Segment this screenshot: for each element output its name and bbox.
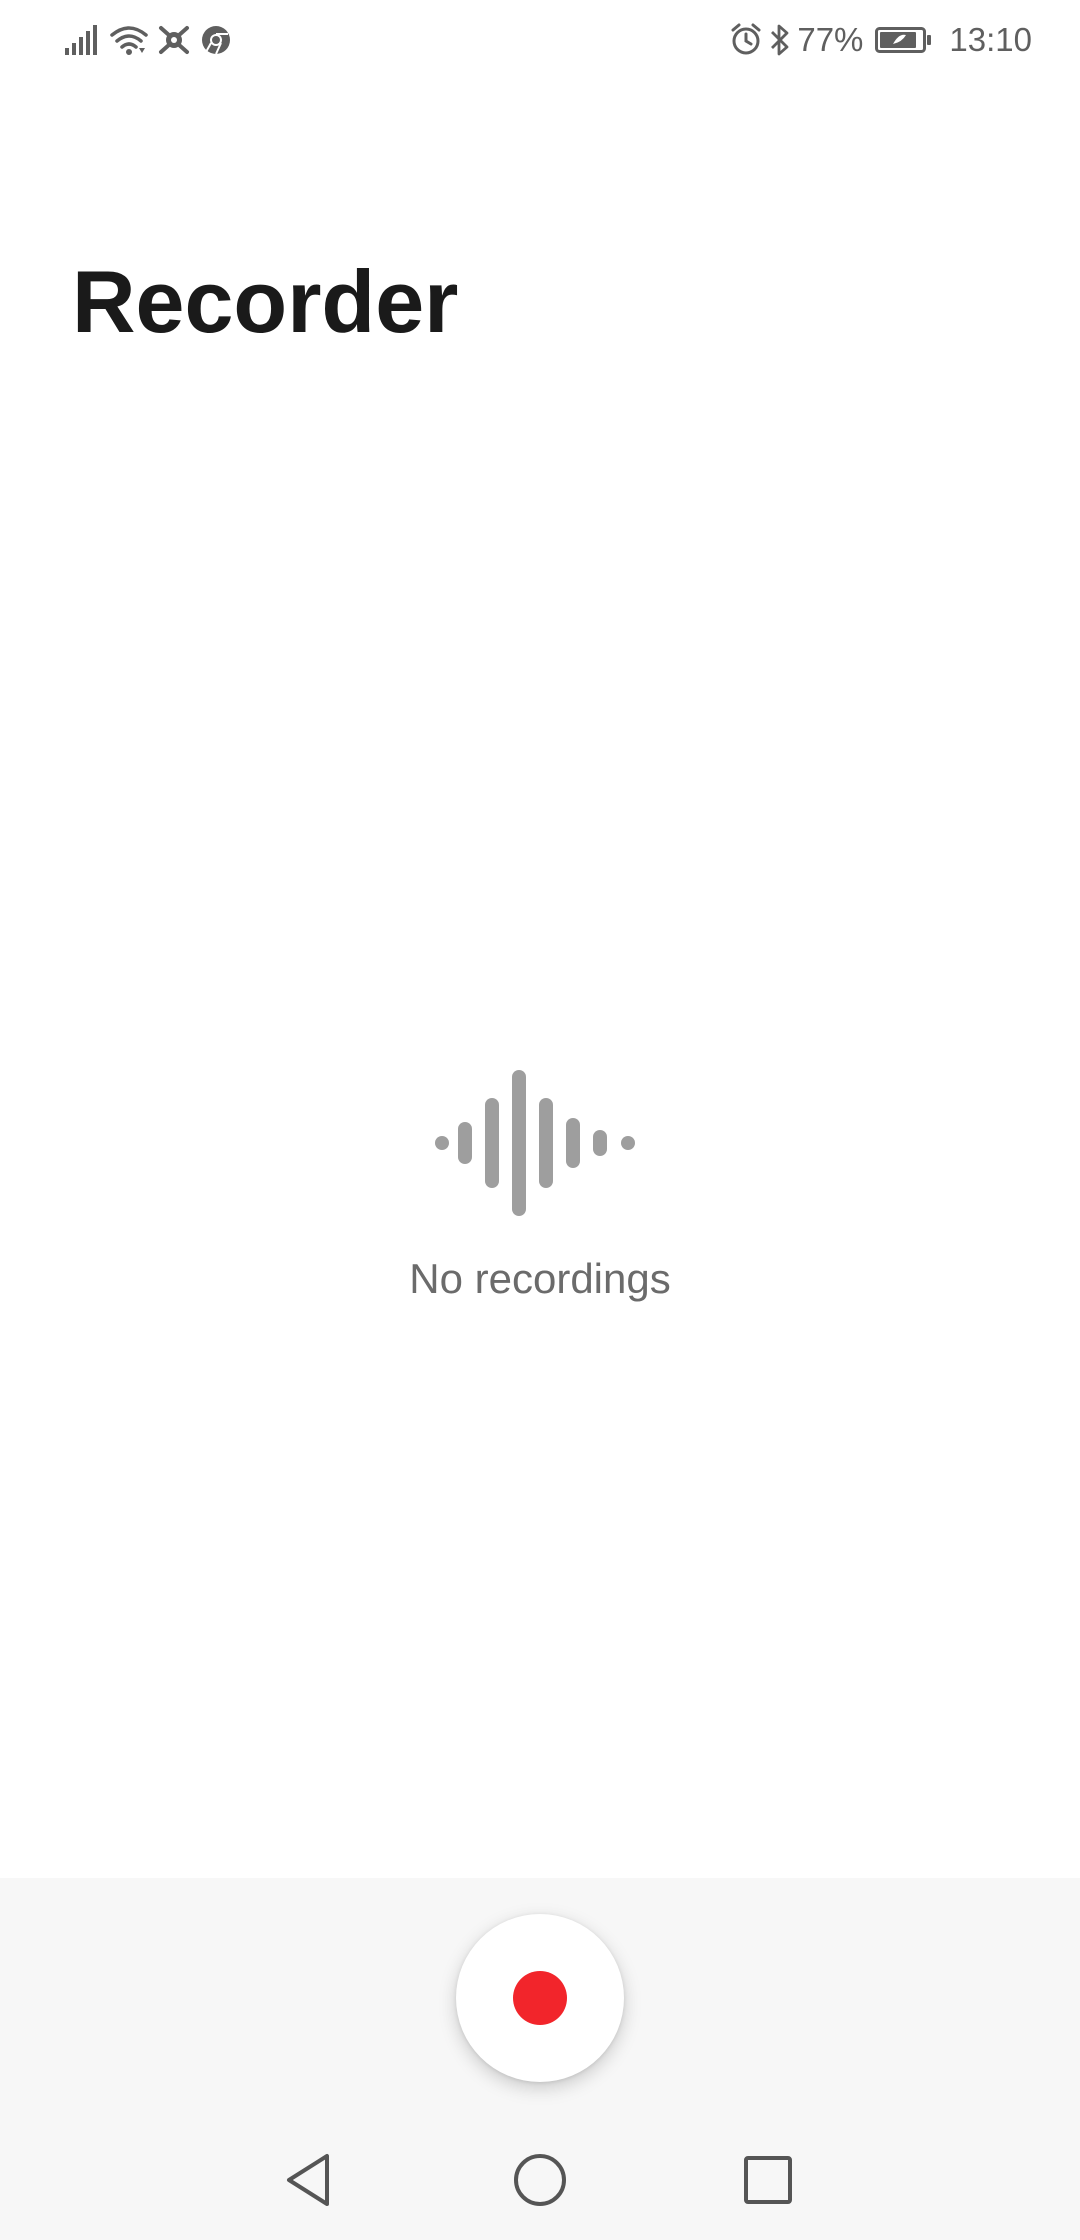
empty-state-message: No recordings: [409, 1255, 671, 1302]
back-icon: [283, 2152, 337, 2213]
app-notification-icon: [158, 24, 190, 56]
home-icon: [512, 2152, 568, 2213]
empty-state: No recordings: [0, 1060, 1080, 1304]
signal-icon: [64, 24, 100, 56]
bluetooth-icon: [769, 23, 791, 57]
status-right-icons: 77% 13:10: [729, 20, 1032, 60]
battery-icon: [875, 25, 933, 55]
chrome-icon: [200, 24, 232, 56]
navigation-bar: [0, 2130, 1080, 2230]
record-icon: [513, 1971, 567, 2025]
clock-time: 13:10: [949, 21, 1032, 58]
status-bar: 77% 13:10: [0, 0, 1080, 82]
page-title: Recorder: [72, 252, 459, 351]
status-left-icons: [64, 20, 232, 60]
battery-percent: 77%: [797, 21, 864, 58]
alarm-icon: [729, 23, 763, 57]
recorder-screen: 77% 13:10 Recorder No recordings: [0, 0, 1080, 2240]
back-button[interactable]: [278, 2150, 342, 2214]
record-button[interactable]: [456, 1914, 624, 2082]
wifi-icon: [110, 24, 148, 56]
recents-icon: [742, 2154, 794, 2211]
recents-button[interactable]: [736, 2150, 800, 2214]
home-button[interactable]: [508, 2150, 572, 2214]
waveform-icon: [435, 1060, 645, 1220]
